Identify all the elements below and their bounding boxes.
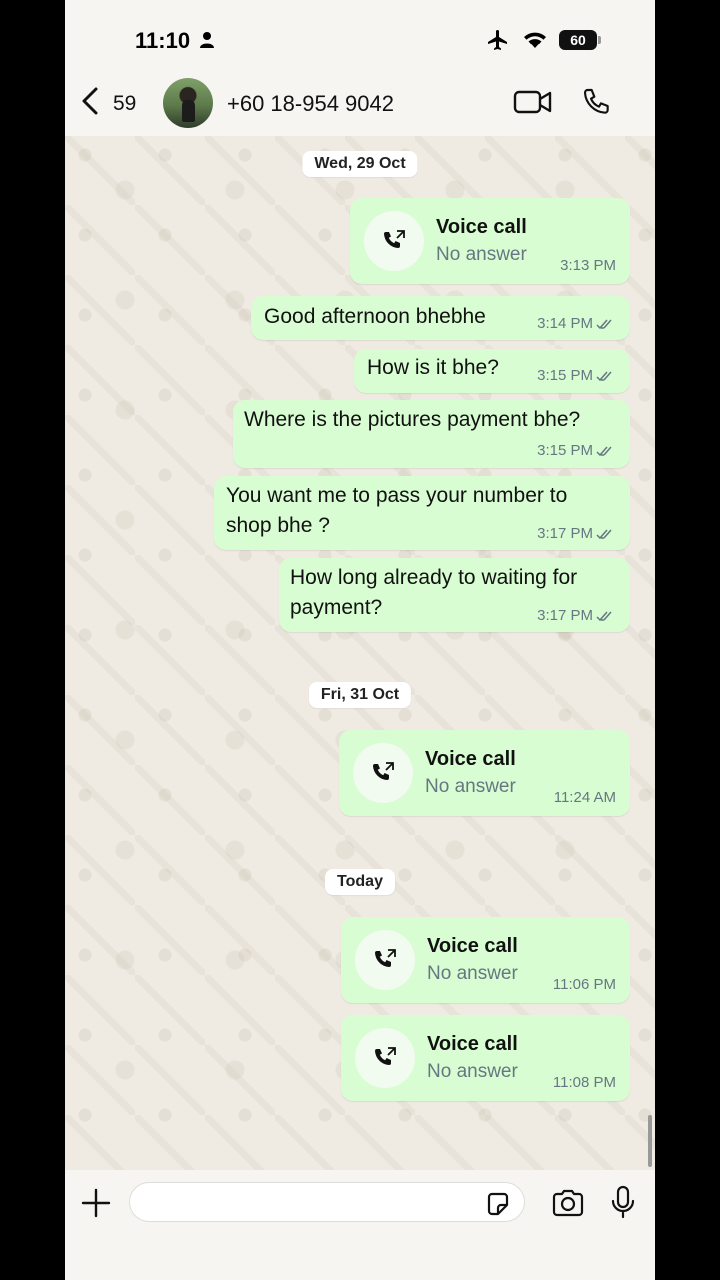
message-time: 3:17 PM <box>537 525 593 542</box>
unread-count[interactable]: 59 <box>113 92 136 116</box>
date-separator: Fri, 31 Oct <box>308 682 412 708</box>
call-title: Voice call <box>427 1033 518 1055</box>
call-title: Voice call <box>427 935 518 957</box>
call-icon-circle <box>364 211 424 271</box>
outgoing-call-icon <box>375 949 396 967</box>
outgoing-message[interactable]: How long already to waiting for payment?… <box>279 558 630 632</box>
message-time: 3:17 PM <box>537 607 593 624</box>
voice-call-bubble[interactable]: Voice call No answer 11:08 PM <box>341 1015 630 1101</box>
call-title: Voice call <box>425 748 516 770</box>
voice-call-icon[interactable] <box>581 86 613 118</box>
call-title: Voice call <box>436 216 527 238</box>
microphone-icon[interactable] <box>610 1185 636 1221</box>
contact-avatar[interactable] <box>163 78 213 128</box>
contact-name[interactable]: +60 18-954 9042 <box>227 91 394 117</box>
read-ticks-icon <box>596 529 612 540</box>
message-text-line: You want me to pass your number to <box>226 484 568 507</box>
call-status: No answer <box>427 1061 518 1082</box>
read-ticks-icon <box>596 319 612 330</box>
date-separator: Wed, 29 Oct <box>302 151 418 177</box>
outgoing-message[interactable]: Good afternoon bhebhe 3:14 PM <box>251 296 630 340</box>
plus-icon[interactable] <box>79 1186 113 1220</box>
outgoing-message[interactable]: You want me to pass your number to shop … <box>214 476 630 550</box>
wifi-icon <box>524 32 546 48</box>
outgoing-call-icon <box>375 1047 396 1065</box>
read-ticks-icon <box>596 371 612 382</box>
outgoing-call-icon <box>384 230 405 248</box>
person-icon <box>200 32 214 48</box>
back-chevron-icon[interactable] <box>79 86 101 116</box>
message-text-line: payment? <box>290 596 383 619</box>
message-time: 3:15 PM <box>537 442 593 459</box>
voice-call-bubble[interactable]: Voice call No answer 11:24 AM <box>339 730 630 816</box>
message-text-line: shop bhe ? <box>226 514 330 537</box>
date-separator: Today <box>325 869 395 895</box>
message-text: Where is the pictures payment bhe? <box>244 408 581 431</box>
message-text-line: How long already to waiting for <box>290 566 578 589</box>
outgoing-message[interactable]: Where is the pictures payment bhe? 3:15 … <box>233 400 630 468</box>
read-ticks-icon <box>596 446 612 457</box>
battery-indicator: 60 <box>559 30 601 50</box>
message-meta: 3:17 PM <box>537 607 618 624</box>
message-time: 11:24 AM <box>553 789 616 806</box>
chat-screen: 11:10 60 59 +60 18-954 9042 Wed, 29 Oct … <box>65 0 655 1280</box>
camera-icon[interactable] <box>551 1188 585 1218</box>
message-time: 3:15 PM <box>537 367 593 384</box>
call-status: No answer <box>425 776 516 797</box>
message-meta: 3:15 PM <box>537 442 618 459</box>
call-icon-circle <box>355 1028 415 1088</box>
airplane-mode-icon <box>488 30 507 50</box>
call-icon-circle <box>353 743 413 803</box>
message-meta: 3:14 PM <box>537 315 618 332</box>
input-bar <box>65 1170 655 1280</box>
call-status: No answer <box>427 963 518 984</box>
video-call-icon[interactable] <box>513 88 553 116</box>
read-ticks-icon <box>596 611 612 622</box>
outgoing-message[interactable]: How is it bhe? 3:15 PM <box>354 349 630 393</box>
message-time: 11:06 PM <box>552 976 616 993</box>
outgoing-call-icon <box>373 762 394 780</box>
chat-header: 59 +60 18-954 9042 <box>65 62 655 136</box>
scrollbar[interactable] <box>648 1115 652 1167</box>
message-text: How is it bhe? <box>367 356 499 379</box>
call-icon-circle <box>355 930 415 990</box>
message-meta: 3:15 PM <box>537 367 618 384</box>
call-status: No answer <box>436 244 527 265</box>
message-text: Good afternoon bhebhe <box>264 305 486 328</box>
message-time: 3:14 PM <box>537 315 593 332</box>
sticker-icon[interactable] <box>485 1191 511 1217</box>
message-time: 3:13 PM <box>560 257 616 274</box>
voice-call-bubble[interactable]: Voice call No answer 3:13 PM <box>350 198 630 284</box>
message-time: 11:08 PM <box>552 1074 616 1091</box>
message-input[interactable] <box>129 1182 525 1222</box>
message-meta: 3:17 PM <box>537 525 618 542</box>
voice-call-bubble[interactable]: Voice call No answer 11:06 PM <box>341 917 630 1003</box>
status-time: 11:10 <box>135 28 191 53</box>
